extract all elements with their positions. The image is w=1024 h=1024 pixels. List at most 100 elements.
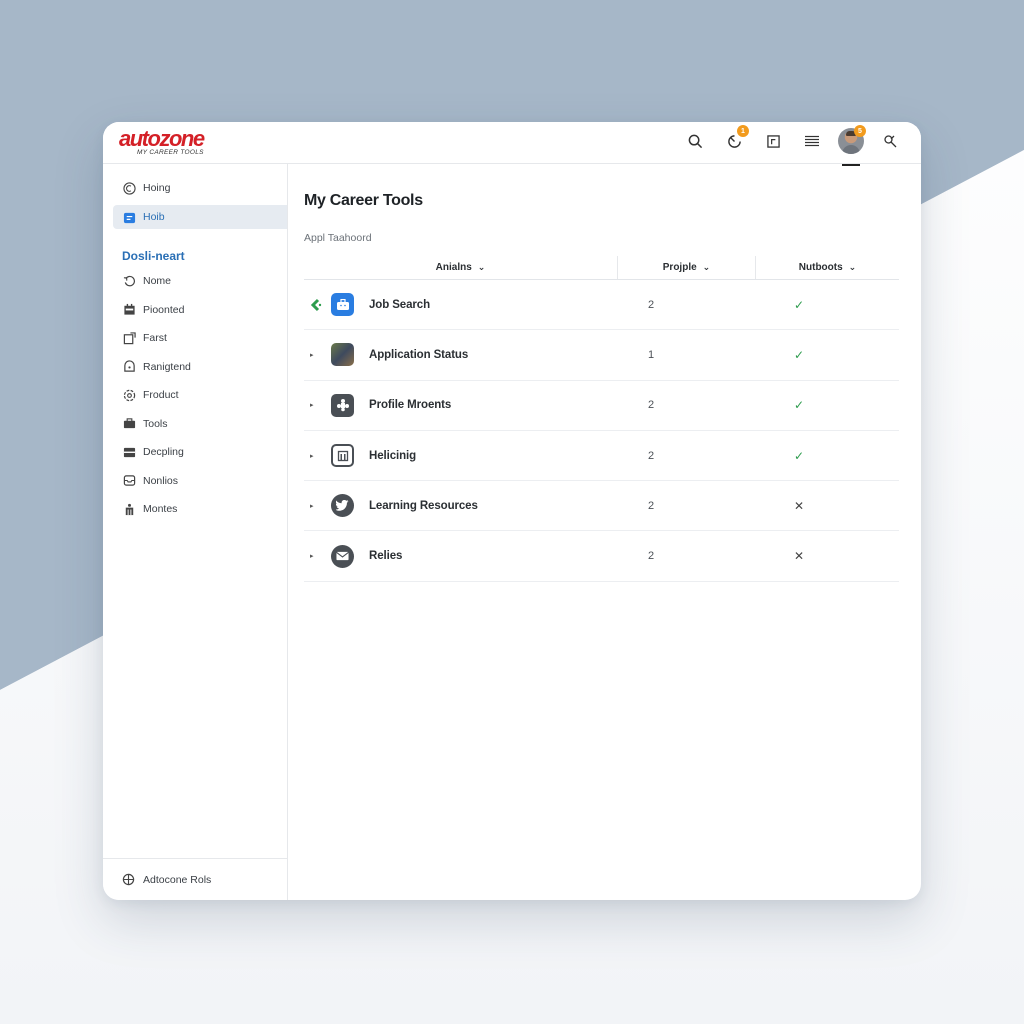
tools-button[interactable] — [877, 128, 903, 154]
window-button[interactable] — [760, 128, 786, 154]
row-count: 2 — [648, 499, 655, 512]
settings-icon — [122, 388, 136, 402]
sidebar-item-decpling[interactable]: Decpling — [113, 440, 287, 464]
section-subtitle: Appl Taahoord — [304, 232, 372, 244]
logo-subtitle: MY CAREER TOOLS — [137, 149, 204, 156]
page-title: My Career Tools — [304, 192, 423, 209]
card-icon — [122, 445, 136, 459]
tools-icon — [884, 135, 897, 148]
sidebar-item-label: Decpling — [143, 446, 184, 458]
check-icon: ✓ — [794, 398, 805, 413]
sidebar-item-label: Ranigtend — [143, 360, 191, 373]
chevron-down-icon: ⌄ — [702, 262, 711, 272]
inbox-icon — [122, 474, 136, 488]
profile-button[interactable]: 5 — [838, 125, 866, 166]
profile-badge: 5 — [854, 125, 866, 137]
sidebar-item-hoib[interactable]: Hoib — [113, 205, 287, 229]
sidebar-section-title: Dosli-neart — [122, 249, 185, 263]
job-search-icon — [331, 293, 354, 317]
sidebar-item-ranigtend[interactable]: Ranigtend — [113, 355, 287, 379]
sidebar-item-nonlios[interactable]: Nonlios — [113, 469, 287, 493]
expand-caret-icon[interactable]: ▸ — [304, 502, 326, 510]
row-label: Learning Resources — [369, 499, 478, 512]
back-arrow-icon[interactable] — [304, 298, 326, 312]
row-count: 2 — [648, 449, 655, 462]
row-label: Job Search — [369, 298, 430, 311]
building-icon — [331, 444, 354, 468]
sidebar-item-label: Hoing — [143, 182, 171, 194]
check-icon: ✓ — [794, 448, 805, 463]
sidebar-item-label: Montes — [143, 503, 178, 515]
sidebar-item-nome[interactable]: Nome — [113, 269, 287, 293]
sidebar-item-label: Pioonted — [143, 303, 185, 316]
table-header: Anialns ⌄ Projple ⌄ Nutboots ⌄ — [304, 256, 899, 280]
table-row[interactable]: ▸ Relies 2 ✕ — [304, 531, 899, 582]
table-row[interactable]: ▸ Learning Resources 2 ✕ — [304, 481, 899, 532]
column-label: Nutboots — [798, 262, 843, 273]
column-header-anialns[interactable]: Anialns ⌄ — [304, 256, 618, 279]
sidebar-item-farst[interactable]: Farst — [113, 326, 287, 350]
sidebar-item-pioonted[interactable]: Pioonted — [113, 298, 287, 322]
mail-icon — [331, 544, 354, 568]
row-label: Helicinig — [369, 449, 417, 462]
refresh-icon — [122, 274, 136, 288]
sidebar-item-montes[interactable]: Montes — [113, 497, 287, 521]
main-content: My Career Tools Appl Taahoord Anialns ⌄ … — [289, 164, 921, 900]
logo-text: autozone — [119, 126, 205, 151]
top-bar: autozone MY CAREER TOOLS 1 5 — [103, 122, 921, 166]
notifications-button[interactable]: 1 — [721, 125, 749, 154]
search-icon — [688, 134, 702, 148]
chevron-down-icon: ⌄ — [848, 262, 857, 272]
sidebar-item-tools[interactable]: Tools — [113, 412, 287, 436]
row-label: Relies — [369, 550, 403, 563]
sidebar: Hoing Hoib Dosli-neart Nome Pioonted Far… — [103, 164, 288, 900]
sidebar-item-label: Farst — [143, 332, 167, 344]
expand-caret-icon[interactable]: ▸ — [304, 401, 326, 409]
sidebar-item-label: Froduct — [143, 389, 179, 401]
menu-button[interactable] — [799, 128, 825, 154]
table-row[interactable]: ▸ Helicinig 2 ✓ — [304, 431, 899, 482]
row-label: Application Status — [369, 348, 469, 361]
menu-icon — [805, 135, 819, 147]
chevron-down-icon: ⌄ — [477, 262, 486, 272]
sidebar-item-hoing[interactable]: Hoing — [113, 176, 287, 200]
notification-badge: 1 — [737, 125, 749, 137]
expand-caret-icon[interactable]: ▸ — [304, 552, 326, 560]
sidebar-footer-link[interactable]: Adtocone Rols — [103, 858, 287, 900]
puzzle-icon — [331, 393, 354, 417]
sidebar-item-label: Tools — [143, 417, 168, 430]
sidebar-footer-label: Adtocone Rols — [143, 873, 212, 886]
app-window: autozone MY CAREER TOOLS 1 5 Hoing Hoib … — [103, 122, 921, 900]
table-row[interactable]: ▸ Application Status 1 ✓ — [304, 330, 899, 381]
sidebar-item-label: Hoib — [143, 211, 165, 223]
export-icon — [122, 331, 136, 345]
sidebar-item-froduct[interactable]: Froduct — [113, 383, 287, 407]
expand-caret-icon[interactable]: ▸ — [304, 452, 326, 460]
table-row[interactable]: ▸ Profile Mroents 2 ✓ — [304, 381, 899, 431]
row-count: 2 — [648, 298, 655, 311]
briefcase-icon — [122, 210, 136, 224]
column-header-nutboots[interactable]: Nutboots ⌄ — [756, 256, 899, 279]
sidebar-item-label: Nome — [143, 275, 172, 287]
calendar-icon — [122, 303, 136, 317]
row-count: 2 — [648, 399, 655, 412]
column-label: Projple — [662, 262, 697, 273]
photo-icon — [331, 343, 354, 367]
top-icons: 1 5 — [669, 125, 903, 166]
column-header-projple[interactable]: Projple ⌄ — [618, 256, 756, 279]
expand-caret-icon[interactable]: ▸ — [304, 351, 326, 359]
back-circle-icon — [122, 181, 136, 195]
cross-icon: ✕ — [794, 549, 805, 564]
tools-table: Anialns ⌄ Projple ⌄ Nutboots ⌄ Job Searc… — [304, 256, 899, 582]
cross-icon: ✕ — [794, 498, 805, 513]
logo[interactable]: autozone MY CAREER TOOLS — [119, 126, 205, 157]
row-count: 2 — [648, 550, 655, 563]
table-row[interactable]: Job Search 2 ✓ — [304, 280, 899, 331]
check-icon: ✓ — [794, 297, 805, 312]
bird-icon — [331, 494, 354, 518]
row-label: Profile Mroents — [369, 399, 452, 412]
globe-lock-icon — [122, 873, 136, 887]
column-label: Anialns — [435, 262, 472, 273]
people-icon — [122, 502, 136, 516]
search-button[interactable] — [682, 128, 708, 154]
